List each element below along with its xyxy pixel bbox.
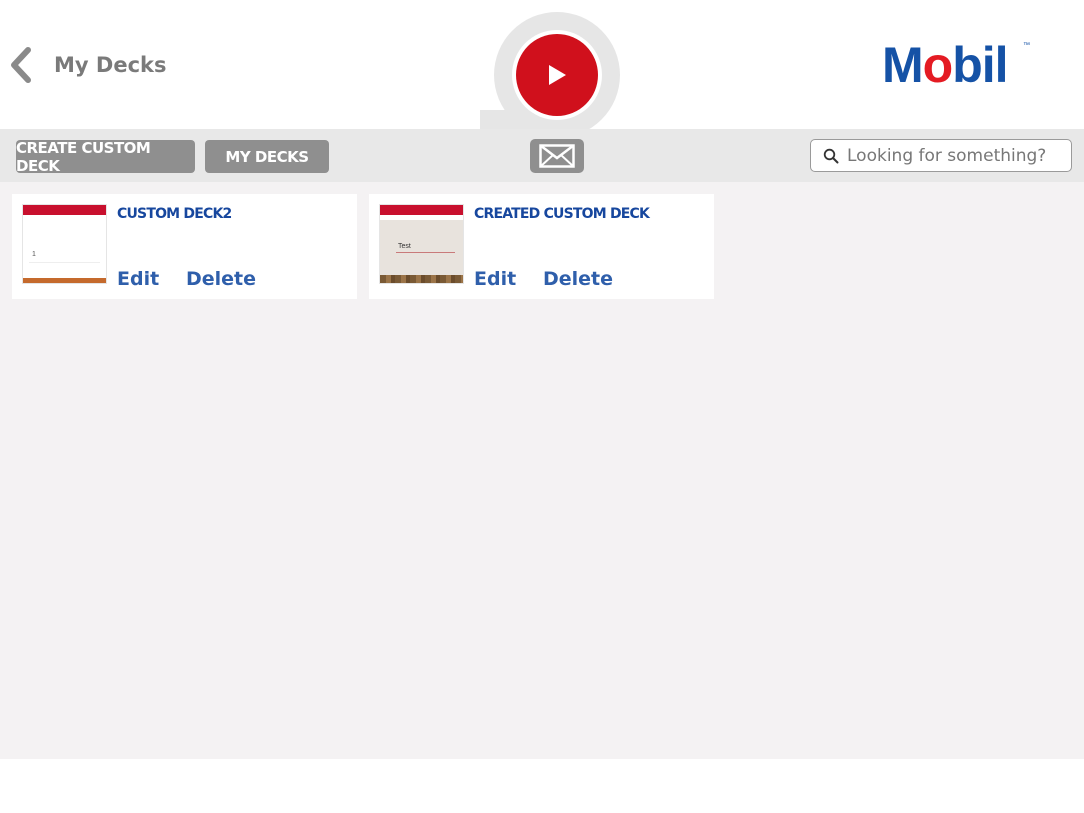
- footer: [0, 759, 1084, 813]
- chevron-left-icon: [11, 47, 31, 83]
- toolbar: CREATE CUSTOM DECK MY DECKS: [0, 129, 1084, 182]
- deck-title: CREATED CUSTOM DECK: [474, 206, 650, 222]
- page-title: My Decks: [54, 53, 167, 77]
- play-button[interactable]: [512, 30, 602, 120]
- thumbnail-slide-number: 1: [32, 251, 36, 258]
- deck-thumbnail[interactable]: 1: [22, 204, 107, 284]
- play-icon: [549, 65, 566, 85]
- search-icon: [823, 148, 839, 164]
- thumbnail-title-text: Test: [398, 243, 411, 250]
- edit-link[interactable]: Edit: [117, 268, 159, 290]
- deck-card[interactable]: 1 CUSTOM DECK2 Edit Delete: [12, 194, 357, 299]
- app-header: My Decks Mobil ™: [0, 0, 1084, 140]
- edit-link[interactable]: Edit: [474, 268, 516, 290]
- email-button[interactable]: [530, 139, 584, 173]
- back-button[interactable]: My Decks: [8, 46, 167, 84]
- create-custom-deck-button[interactable]: CREATE CUSTOM DECK: [16, 139, 195, 175]
- deck-card[interactable]: Test CREATED CUSTOM DECK Edit Delete: [369, 194, 714, 299]
- delete-link[interactable]: Delete: [186, 268, 256, 290]
- envelope-icon: [539, 144, 575, 168]
- search-input[interactable]: [845, 144, 1069, 167]
- search-box[interactable]: [810, 139, 1072, 172]
- mobil-logo: Mobil ™: [882, 37, 1030, 93]
- my-decks-button[interactable]: MY DECKS: [205, 140, 329, 173]
- delete-link[interactable]: Delete: [543, 268, 613, 290]
- deck-title: CUSTOM DECK2: [117, 206, 232, 222]
- deck-thumbnail[interactable]: Test: [379, 204, 464, 284]
- deck-list-area: 1 CUSTOM DECK2 Edit Delete Test CREATED …: [0, 182, 1084, 759]
